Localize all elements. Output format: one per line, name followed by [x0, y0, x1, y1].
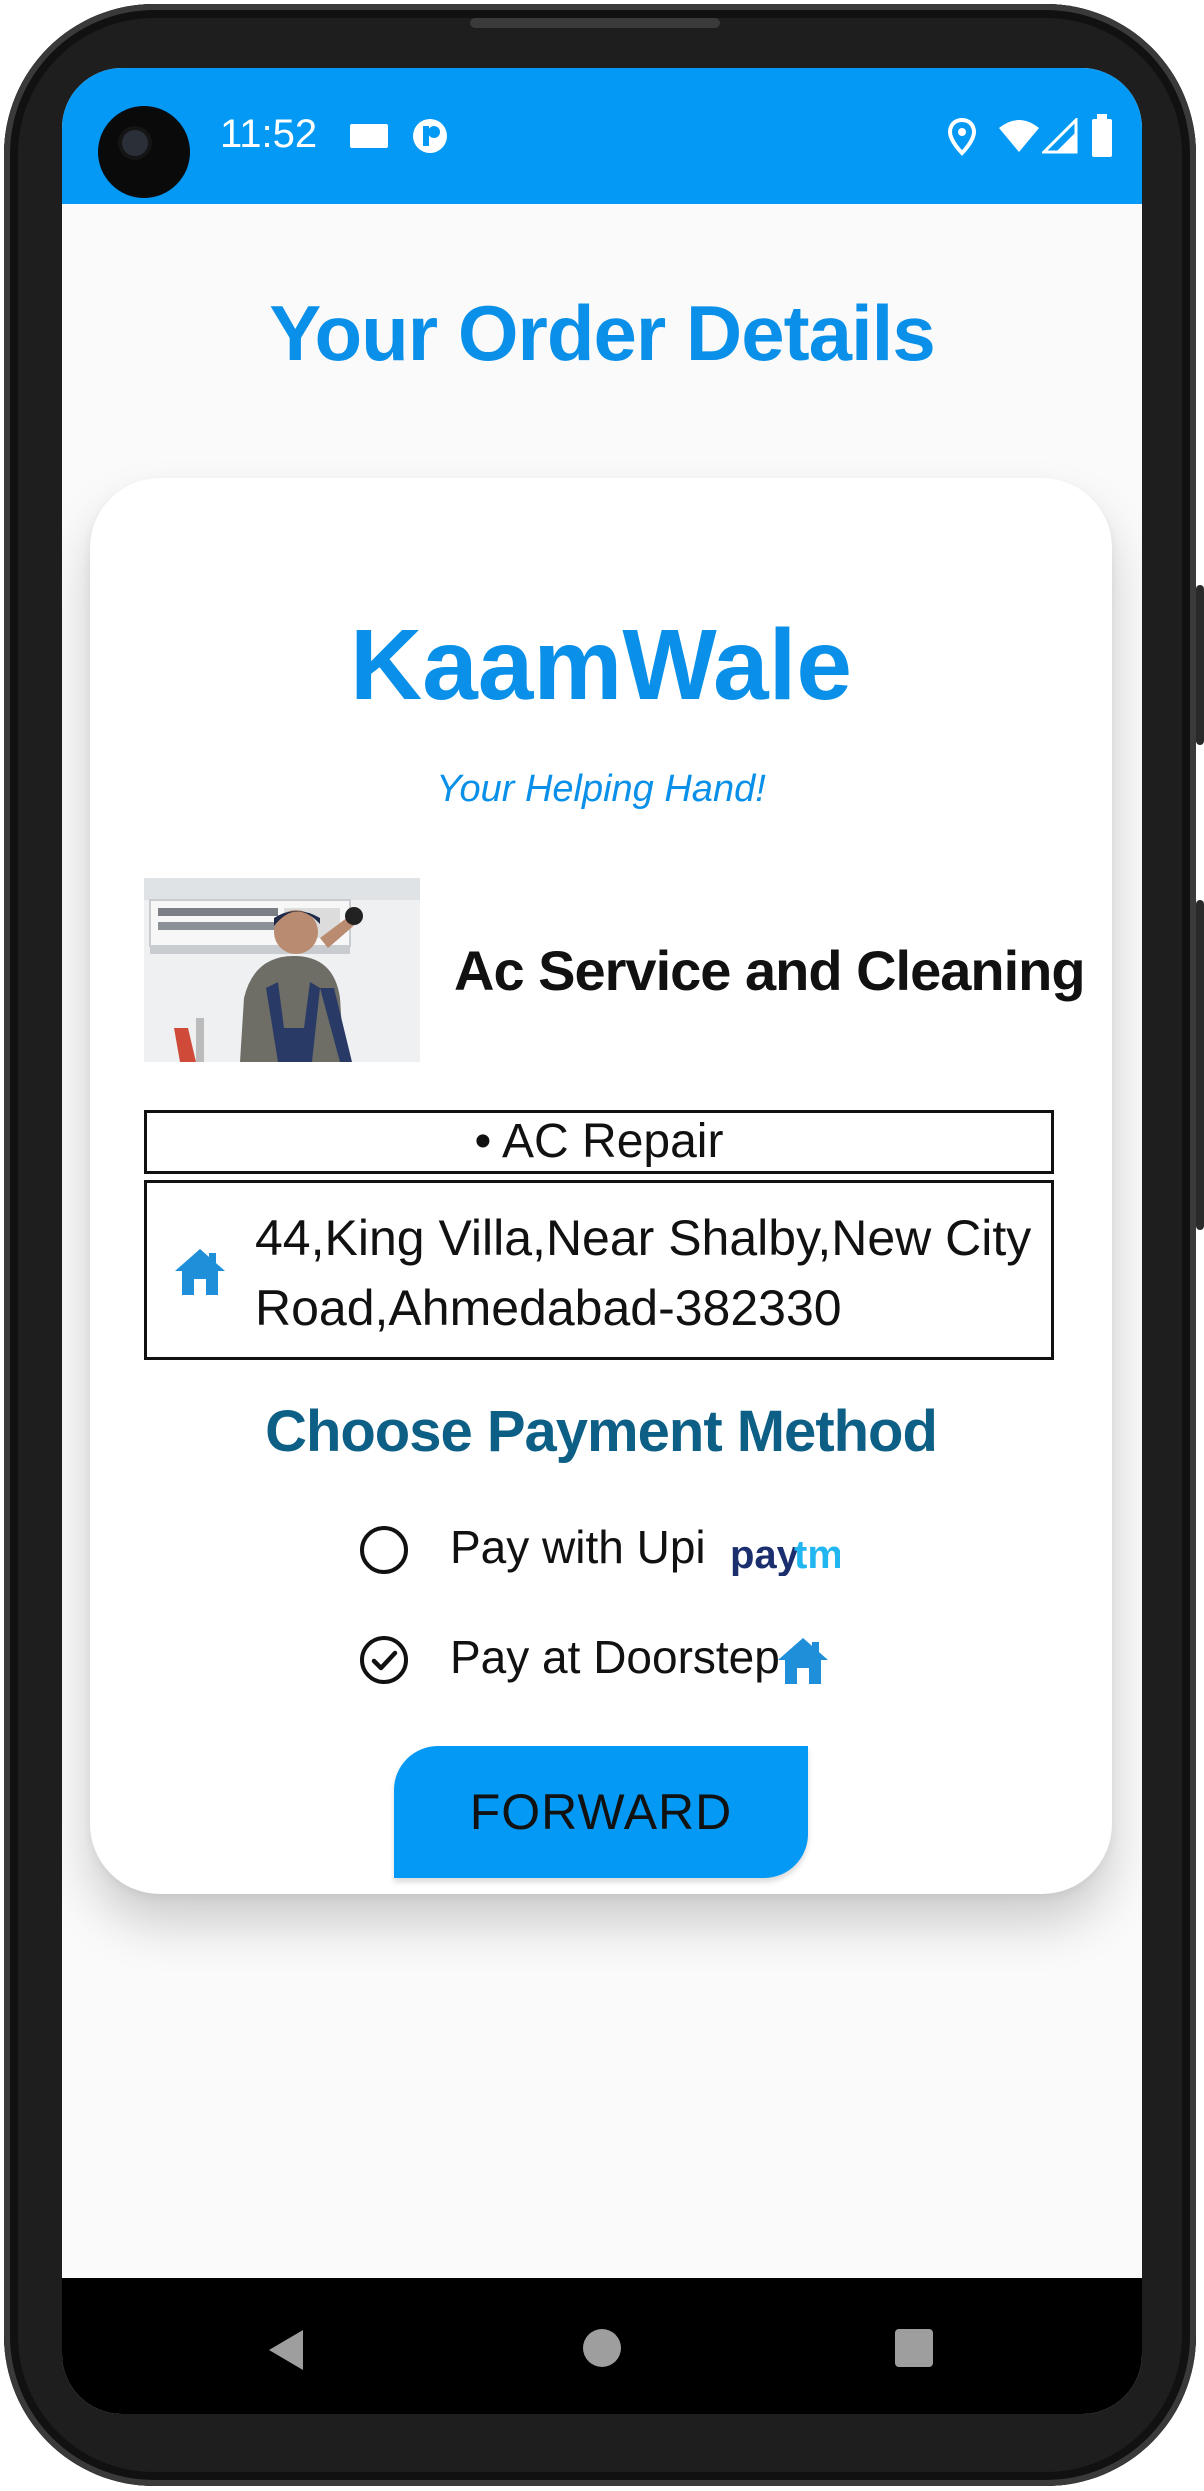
speaker-grill — [470, 18, 720, 28]
home-icon — [175, 1249, 225, 1295]
status-time: 11:52 — [220, 112, 318, 156]
back-icon[interactable] — [267, 2328, 307, 2372]
radio-unchecked-icon[interactable] — [360, 1526, 408, 1574]
screen: 11:52 Your Order Details KaamWale Your H… — [62, 68, 1142, 2414]
signal-icon — [1042, 118, 1078, 154]
address-box: 44,King Villa,Near Shalby,New City Road,… — [144, 1180, 1054, 1360]
service-item-box: • AC Repair — [144, 1110, 1054, 1174]
svg-text:pay: pay — [730, 1533, 800, 1576]
app-notification-icon — [413, 119, 447, 153]
payment-option-label: Pay at Doorstep — [450, 1631, 780, 1683]
phone-frame: 11:52 Your Order Details KaamWale Your H… — [0, 0, 1204, 2491]
battery-icon — [1092, 114, 1112, 157]
volume-button — [1196, 900, 1204, 1230]
service-name: Ac Service and Cleaning — [454, 939, 1086, 1002]
forward-button[interactable]: FORWARD — [394, 1746, 808, 1878]
payment-option-label: Pay with Upi — [450, 1521, 706, 1573]
svg-text:tm: tm — [794, 1533, 840, 1576]
home-circle-icon[interactable] — [582, 2328, 622, 2368]
brand-tagline: Your Helping Hand! — [436, 768, 766, 810]
recents-icon[interactable] — [894, 2328, 934, 2368]
service-image — [144, 878, 420, 1062]
home-icon — [778, 1638, 828, 1684]
payment-heading: Choose Payment Method — [265, 1399, 938, 1464]
brand-name: KaamWale — [349, 609, 853, 721]
notification-card-icon — [350, 124, 388, 148]
wifi-icon — [999, 120, 1039, 152]
paytm-logo: pay tm — [730, 1533, 840, 1576]
status-bar: 11:52 — [62, 68, 1142, 204]
power-button — [1196, 585, 1204, 745]
radio-checked-icon[interactable] — [360, 1636, 408, 1684]
order-card: KaamWale Your Helping Hand! Ac Service a… — [90, 478, 1112, 1894]
location-icon — [947, 118, 977, 156]
service-item: • AC Repair — [474, 1115, 724, 1168]
address-text: 44,King Villa,Near Shalby,New City Road,… — [255, 1210, 1032, 1336]
navigation-bar — [62, 2278, 1142, 2414]
front-camera — [98, 106, 190, 198]
ac-technician-photo — [144, 878, 420, 1062]
page-title: Your Order Details — [269, 289, 935, 377]
